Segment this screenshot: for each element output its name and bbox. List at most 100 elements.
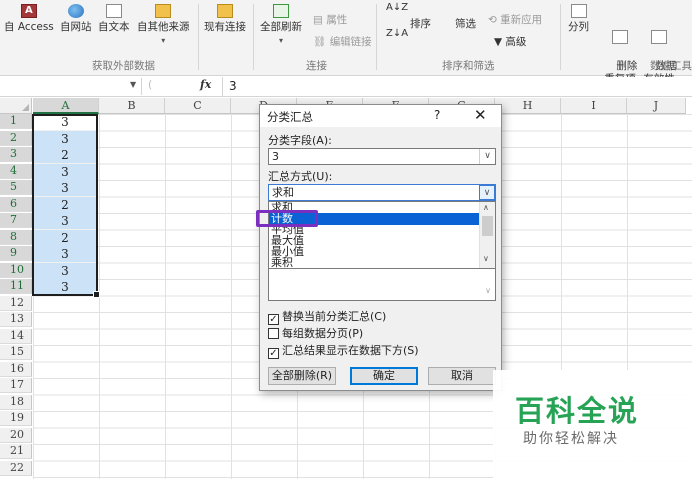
sort-button[interactable]: 排序 [410, 18, 431, 31]
row-header[interactable]: 12 [0, 295, 32, 311]
database-icon [155, 4, 172, 18]
cell[interactable]: 2 [33, 196, 97, 213]
group-divider [198, 4, 199, 70]
function-value: 求和 [272, 186, 294, 199]
row-header[interactable]: 2 [0, 130, 32, 146]
watermark-subtitle: 助你轻松解决 [523, 431, 619, 447]
cancel-button[interactable]: 取消 [428, 367, 496, 385]
page-break-checkbox[interactable]: 每组数据分页(P) [268, 325, 363, 341]
column-header[interactable]: H [495, 98, 561, 114]
sort-desc-button[interactable]: Z↓A [386, 28, 408, 39]
access-icon: A [20, 4, 37, 18]
column-header[interactable]: J [627, 98, 686, 114]
function-icon[interactable]: fx [200, 78, 211, 91]
subtotal-columns-list[interactable]: ∨ [268, 269, 496, 301]
group-label-connections: 连接 [306, 60, 327, 72]
row-header[interactable]: 21 [0, 444, 32, 459]
ribbon: A 自 Access 自网站 自文本 自其他来源 ▾ 获取外部数据 现有连接 全… [0, 0, 692, 85]
reapply-button[interactable]: ⟲ 重新应用 [488, 12, 542, 27]
row-header[interactable]: 19 [0, 411, 32, 426]
chevron-down-icon[interactable]: ∨ [479, 149, 495, 164]
cell[interactable]: 3 [33, 213, 97, 229]
cell[interactable]: 3 [33, 163, 97, 180]
sort-descending-icon: Z↓A [386, 28, 409, 39]
help-button[interactable]: ? [434, 108, 440, 122]
edit-links-button[interactable]: ⛓ 编辑链接 [313, 34, 372, 49]
function-label: 汇总方式(U): [268, 170, 333, 183]
row-header[interactable]: 1 [0, 114, 32, 129]
column-header[interactable]: I [561, 98, 627, 114]
from-web-button[interactable]: 自网站 [60, 4, 92, 34]
properties-button[interactable]: ▤ 属性 [313, 12, 347, 27]
cell[interactable]: 3 [33, 180, 97, 196]
row-header[interactable]: 4 [0, 163, 32, 179]
scrollbar-thumb[interactable] [482, 216, 493, 236]
text-to-columns-button[interactable]: 分列 [568, 4, 589, 34]
row-header[interactable]: 15 [0, 345, 32, 360]
row-header[interactable]: 3 [0, 147, 32, 162]
chevron-down-icon[interactable]: ∨ [479, 185, 495, 200]
cell[interactable]: 3 [33, 114, 97, 130]
dropdown-option-product[interactable]: 乘积 [271, 257, 293, 269]
row-header[interactable]: 22 [0, 460, 32, 476]
scroll-up-icon[interactable]: ∧ [483, 203, 489, 212]
empty-checkbox-icon [268, 328, 279, 339]
cell[interactable]: 3 [33, 279, 97, 295]
formula-input[interactable]: 3 [222, 77, 692, 96]
advanced-button[interactable]: ▼ 高级 [494, 34, 526, 49]
ok-button[interactable]: 确定 [350, 367, 418, 385]
row-header[interactable]: 20 [0, 427, 32, 443]
cancel-icon[interactable]: ( [148, 78, 152, 91]
chevron-down-icon: ▾ [278, 36, 283, 45]
row-header[interactable]: 5 [0, 180, 32, 195]
row-header[interactable]: 14 [0, 328, 32, 344]
filter-button[interactable]: 筛选 [455, 18, 476, 31]
dialog-titlebar: 分类汇总 ? ✕ [260, 105, 501, 127]
group-label-get-external: 获取外部数据 [92, 60, 155, 72]
function-select[interactable]: 求和 ∨ [268, 184, 496, 201]
from-access-button[interactable]: A 自 Access [4, 4, 54, 34]
group-by-select[interactable]: 3 ∨ [268, 148, 496, 165]
row-header[interactable]: 10 [0, 262, 32, 278]
cell[interactable]: 2 [33, 147, 97, 163]
chevron-down-icon: ▾ [161, 36, 166, 45]
remove-duplicates-icon [612, 30, 629, 44]
existing-connections-button[interactable]: 现有连接 [204, 4, 246, 34]
cell[interactable]: 2 [33, 229, 97, 246]
replace-current-checkbox[interactable]: ✓ 替换当前分类汇总(C) [268, 308, 386, 325]
row-header[interactable]: 16 [0, 361, 32, 377]
row-header[interactable]: 7 [0, 213, 32, 228]
row-header[interactable]: 18 [0, 394, 32, 410]
sort-asc-button[interactable]: A↓Z [386, 2, 408, 13]
group-divider [376, 4, 377, 70]
row-header[interactable]: 6 [0, 196, 32, 212]
remove-all-button[interactable]: 全部删除(R) [268, 367, 336, 385]
from-other-sources-button[interactable]: 自其他来源 ▾ [137, 4, 190, 47]
row-header[interactable]: 13 [0, 312, 32, 327]
group-by-label: 分类字段(A): [268, 134, 332, 147]
row-header[interactable]: 11 [0, 279, 32, 294]
chevron-down-icon[interactable]: ▼ [130, 80, 136, 89]
watermark-title: 百科全说 [515, 394, 640, 428]
cell[interactable]: 3 [33, 246, 97, 262]
from-text-button[interactable]: 自文本 [98, 4, 130, 34]
name-box[interactable] [0, 78, 142, 95]
reapply-icon: ⟲ [488, 14, 497, 26]
refresh-all-button[interactable]: 全部刷新 ▾ [260, 4, 302, 47]
row-header[interactable]: 9 [0, 246, 32, 261]
select-all-corner[interactable] [0, 98, 32, 114]
dropdown-scrollbar[interactable]: ∧ ∨ [479, 202, 495, 268]
dialog-title: 分类汇总 [267, 110, 313, 124]
cell[interactable]: 3 [33, 262, 97, 279]
row-header[interactable]: 17 [0, 378, 32, 393]
cell[interactable]: 3 [33, 130, 97, 147]
close-button[interactable]: ✕ [474, 106, 487, 124]
row-header[interactable]: 8 [0, 229, 32, 245]
text-file-icon [105, 4, 122, 18]
summary-below-checkbox[interactable]: ✓ 汇总结果显示在数据下方(S) [268, 342, 419, 359]
column-header[interactable]: C [165, 98, 231, 114]
scroll-down-icon[interactable]: ∨ [483, 254, 489, 263]
scroll-down-icon[interactable]: ∨ [485, 286, 491, 295]
column-header[interactable]: A [33, 98, 99, 114]
column-header[interactable]: B [99, 98, 165, 114]
